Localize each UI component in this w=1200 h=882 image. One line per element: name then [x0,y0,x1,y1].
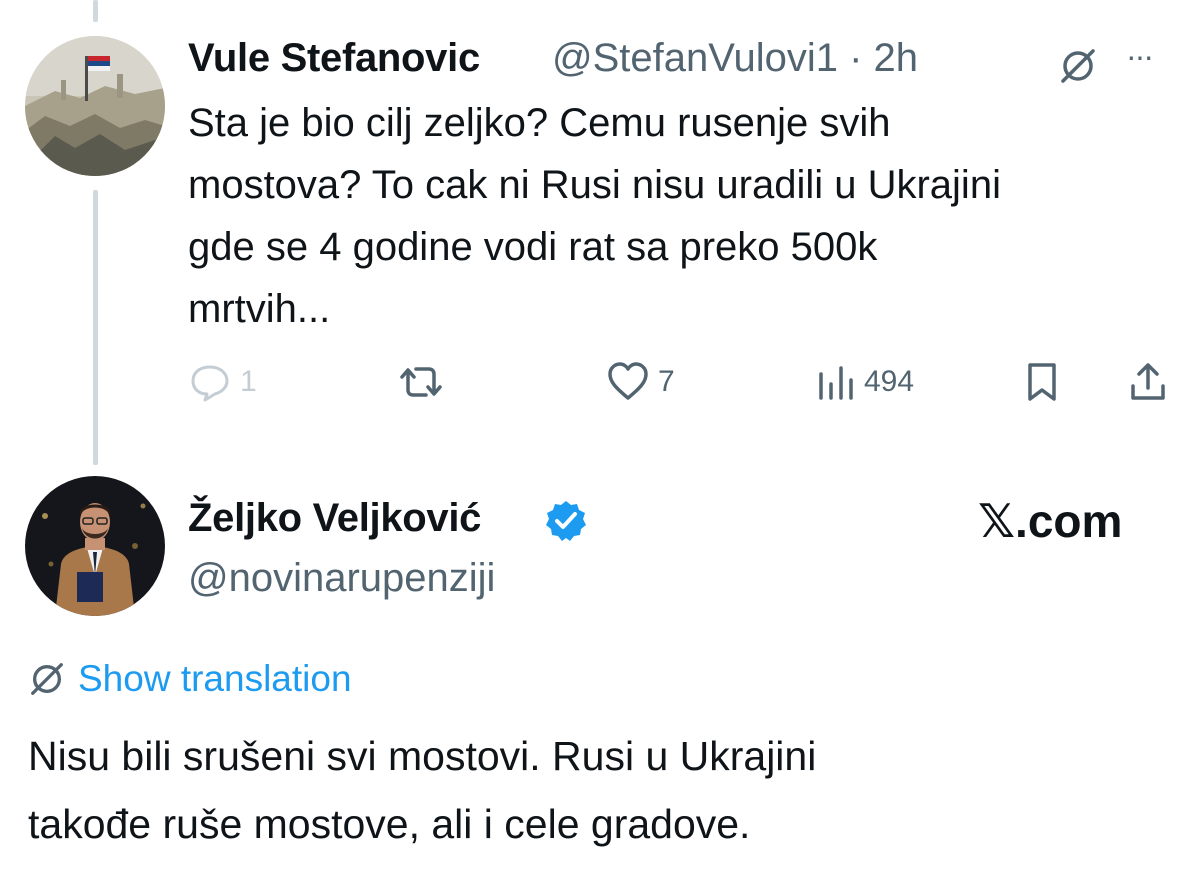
thread-connector-top [93,0,98,22]
show-translation-label[interactable]: Show translation [78,658,352,700]
reply-count: 1 [240,365,257,398]
verified-badge-icon [544,499,588,543]
like-count: 7 [658,365,675,398]
like-action[interactable]: 7 [606,358,675,406]
reply-bubble-icon [191,365,229,402]
share-icon [1131,363,1165,400]
reply-text-line-2: mostova? To cak ni Rusi nisu uradili u U… [188,163,1001,207]
main-author-name[interactable]: Željko Veljković [188,496,481,541]
reply-handle-time[interactable]: @StefanVulovi1 · 2h [552,36,918,81]
show-translation-button[interactable]: Show translation [28,658,352,700]
avatar-photo-image [25,476,165,616]
main-text-line-2: takođe ruše mostove, ali i cele gradove. [28,801,751,847]
bookmark-action[interactable] [1022,358,1062,406]
heart-icon [608,362,648,400]
thread-connector [93,190,98,465]
views-chart-icon [819,366,853,400]
avatar[interactable] [25,36,165,176]
views-count: 494 [864,365,915,398]
more-options-icon[interactable]: ··· [1126,38,1154,75]
avatar[interactable] [25,476,165,616]
main-text-line-1: Nisu bili srušeni svi mostovi. Rusi u Uk… [28,733,817,779]
retweet-icon [400,367,442,397]
reply-text-line-1: Sta je bio cilj zeljko? Cemu rusenje svi… [188,101,891,145]
bookmark-icon [1028,363,1056,401]
translate-icon[interactable] [1058,46,1098,86]
reply-text-line-4: mrtvih... [188,287,331,331]
reply-action[interactable]: 1 [188,358,257,406]
reply-author-name[interactable]: Vule Stefanovic [188,36,480,81]
translate-icon [31,663,63,695]
retweet-action[interactable] [396,358,446,406]
share-action[interactable] [1128,358,1168,406]
views-action[interactable]: 494 [816,358,914,406]
reply-text-line-3: gde se 4 godine vodi rat sa preko 500k [188,225,878,269]
main-handle[interactable]: @novinarupenziji [188,556,495,601]
avatar-painting-image [25,36,165,176]
x-com-watermark: 𝕏.com [978,495,1123,547]
